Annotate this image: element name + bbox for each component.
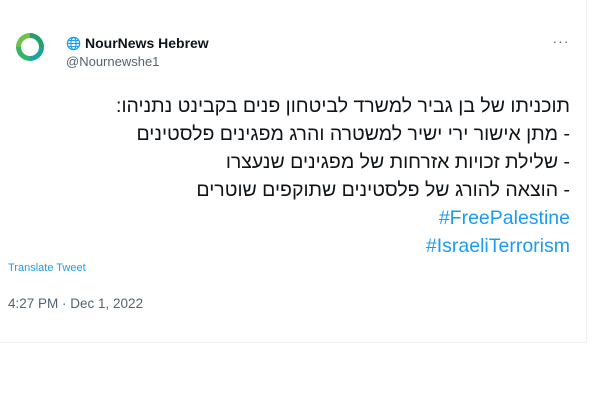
globe-icon <box>66 36 81 50</box>
avatar[interactable] <box>10 30 50 76</box>
tweet-card: NourNews Hebrew @Nournewshe1 ··· תוכניתו… <box>0 0 587 343</box>
tweet-line: - מתן אישור ירי ישיר למשטרה והרג מפגינים… <box>136 123 570 145</box>
more-options-button[interactable]: ··· <box>552 34 570 48</box>
display-name[interactable]: NourNews Hebrew <box>85 35 209 51</box>
hashtag-link[interactable]: #IsraeliTerrorism <box>8 232 570 260</box>
tweet-header: NourNews Hebrew @Nournewshe1 <box>66 34 586 74</box>
tweet-line: - שלילת זכויות אזרחות של מפגינים שנעצרו <box>225 151 570 173</box>
translate-tweet-link[interactable]: Translate Tweet <box>8 262 86 274</box>
name-row: NourNews Hebrew <box>66 34 586 52</box>
nournews-logo-icon <box>15 32 45 62</box>
hashtag-link[interactable]: #FreePalestine <box>8 204 570 232</box>
tweet-text: תוכניתו של בן גביר למשרד לביטחון פנים בק… <box>8 92 570 260</box>
user-handle[interactable]: @Nournewshe1 <box>66 54 586 69</box>
tweet-line: - הוצאה להורג של פלסטינים שתוקפים שוטרים <box>196 179 570 201</box>
page: NourNews Hebrew @Nournewshe1 ··· תוכניתו… <box>0 0 604 404</box>
tweet-timestamp[interactable]: 4:27 PM · Dec 1, 2022 <box>8 296 143 311</box>
tweet-line: תוכניתו של בן גביר למשרד לביטחון פנים בק… <box>116 95 570 117</box>
